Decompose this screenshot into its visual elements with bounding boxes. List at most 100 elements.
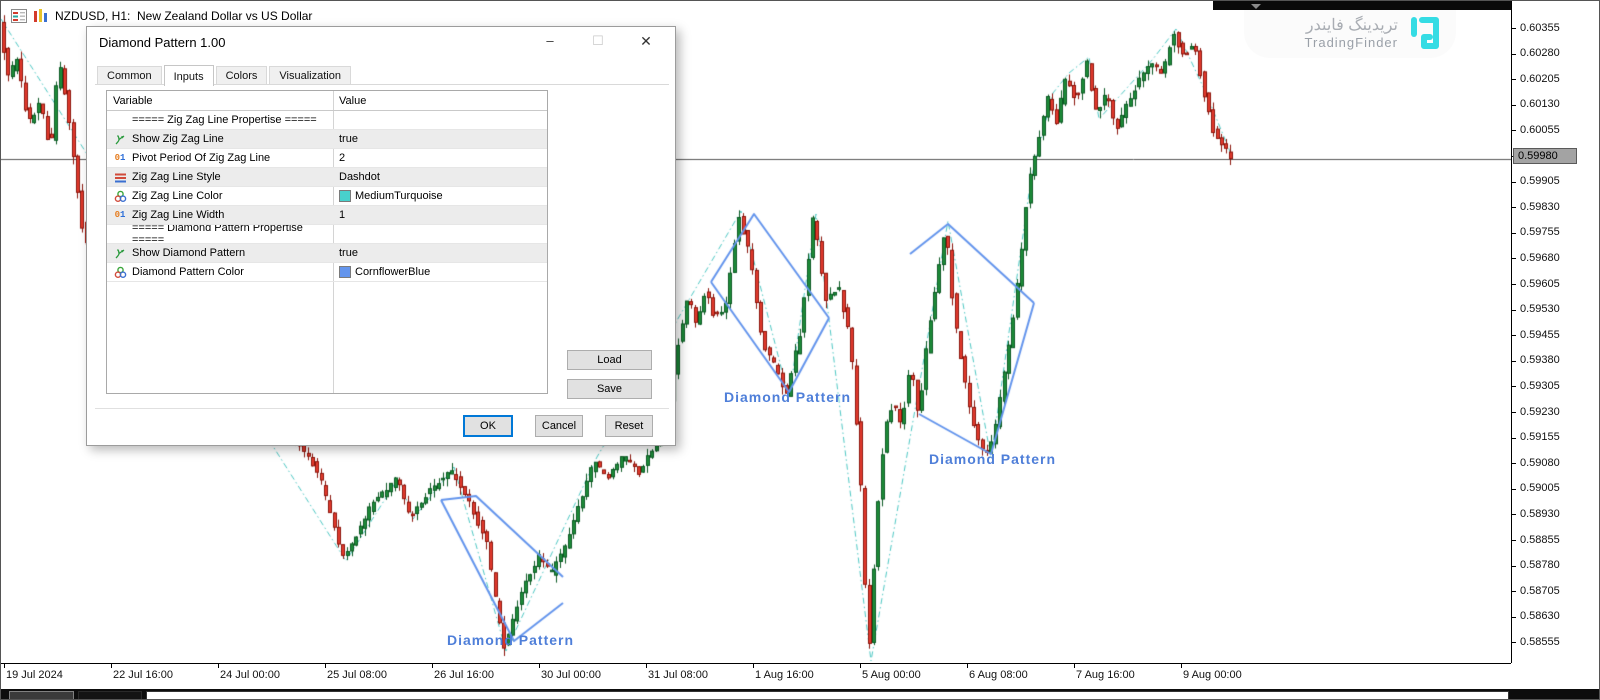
time-axis[interactable]: 19 Jul 202422 Jul 16:0024 Jul 00:0025 Ju…	[1, 663, 1511, 689]
time-tick	[967, 664, 968, 668]
terminal-window: Diamond Pattern Diamond Pattern Diamond Pa…	[0, 0, 1600, 700]
price-label: 0.58705	[1520, 585, 1560, 597]
price-label: 0.60130	[1520, 98, 1560, 110]
price-tick	[1512, 386, 1516, 387]
price-tick	[1512, 207, 1516, 208]
price-tick	[1512, 105, 1516, 106]
time-tick	[111, 664, 112, 668]
table-row[interactable]: Zig Zag Line ColorMediumTurquoise	[107, 187, 547, 206]
price-label: 0.59455	[1520, 329, 1560, 341]
number-icon: 01	[113, 152, 127, 165]
time-label: 25 Jul 08:00	[327, 669, 387, 681]
reset-button[interactable]: Reset	[605, 415, 653, 437]
table-row[interactable]: ===== Diamond Pattern Propertise =====	[107, 225, 547, 244]
price-axis[interactable]: 0.603550.602800.602050.601300.600550.599…	[1511, 1, 1600, 663]
tab-inputs[interactable]: Inputs	[164, 65, 214, 86]
watermark-persian-text: تریدینگ فایندر	[1305, 17, 1398, 35]
price-label: 0.58555	[1520, 636, 1560, 648]
none-icon	[113, 114, 127, 127]
dialog-titlebar[interactable]: Diamond Pattern 1.00 – ☐ ✕	[87, 27, 675, 57]
value-cell[interactable]: 2	[333, 149, 547, 167]
variable-cell: Zig Zag Line Style	[107, 168, 333, 186]
variable-label: ===== Zig Zag Line Propertise =====	[132, 114, 317, 126]
table-row[interactable]: Zig Zag Line StyleDashdot	[107, 168, 547, 187]
variable-cell: Show Zig Zag Line	[107, 130, 333, 148]
price-tick	[1512, 258, 1516, 259]
chart-symbol-title: NZDUSD, H1: New Zealand Dollar vs US Dol…	[55, 9, 312, 23]
tab-common[interactable]: Common	[97, 66, 162, 85]
time-label: 31 Jul 08:00	[648, 669, 708, 681]
variable-label: Show Zig Zag Line	[132, 133, 224, 145]
fork-icon	[113, 133, 127, 146]
value-cell[interactable]: CornflowerBlue	[333, 263, 547, 281]
price-label: 0.60280	[1520, 47, 1560, 59]
tab-visualization[interactable]: Visualization	[269, 66, 351, 85]
price-label: 0.59155	[1520, 431, 1560, 443]
toolbar-collapse-icon[interactable]	[1251, 4, 1261, 9]
table-row[interactable]: Show Diamond Pattern true	[107, 244, 547, 263]
price-tick	[1512, 642, 1516, 643]
time-tick	[325, 664, 326, 668]
table-row[interactable]: 01Zig Zag Line Width1	[107, 206, 547, 225]
variable-cell: 01 Pivot Period Of Zig Zag Line	[107, 149, 333, 167]
time-label: 1 Aug 16:00	[755, 669, 814, 681]
price-label: 0.58780	[1520, 559, 1560, 571]
variable-label: Show Diamond Pattern	[132, 247, 245, 259]
variable-cell: Diamond Pattern Color	[107, 263, 333, 281]
table-row[interactable]: 01 Pivot Period Of Zig Zag Line 2	[107, 149, 547, 168]
price-tick	[1512, 566, 1516, 567]
value-cell[interactable]	[333, 225, 547, 243]
load-button[interactable]: Load	[567, 350, 652, 370]
table-row[interactable]: Diamond Pattern Color CornflowerBlue	[107, 263, 547, 282]
value-cell[interactable]	[333, 111, 547, 129]
close-button[interactable]: ✕	[630, 27, 662, 55]
time-label: 24 Jul 00:00	[220, 669, 280, 681]
price-tick	[1512, 130, 1516, 131]
table-row[interactable]: ===== Zig Zag Line Propertise =====	[107, 111, 547, 130]
value-cell[interactable]: true	[333, 130, 547, 148]
variable-label: Zig Zag Line Width	[132, 209, 224, 221]
time-label: 6 Aug 08:00	[969, 669, 1028, 681]
price-label: 0.59005	[1520, 482, 1560, 494]
time-tick	[539, 664, 540, 668]
time-label: 5 Aug 00:00	[862, 669, 921, 681]
value-cell[interactable]: MediumTurquoise	[333, 187, 547, 205]
diamond-pattern-label: Diamond Pattern	[724, 389, 851, 405]
bottom-tab-1[interactable]	[9, 691, 74, 700]
tradingfinder-watermark: تریدینگ فایندر TradingFinder	[1244, 10, 1456, 58]
cancel-button[interactable]: Cancel	[535, 415, 583, 437]
price-label: 0.59230	[1520, 406, 1560, 418]
price-tick	[1512, 284, 1516, 285]
header-value: Value	[333, 91, 547, 110]
price-label: 0.59305	[1520, 380, 1560, 392]
save-button[interactable]: Save	[567, 379, 652, 399]
price-label: 0.59380	[1520, 354, 1560, 366]
fork-icon	[113, 247, 127, 260]
time-label: 26 Jul 16:00	[434, 669, 494, 681]
price-tick	[1512, 463, 1516, 464]
table-row[interactable]: Show Zig Zag Line true	[107, 130, 547, 149]
ok-button[interactable]: OK	[463, 415, 513, 437]
value-cell[interactable]: true	[333, 244, 547, 262]
bottom-tab-2[interactable]	[78, 691, 142, 700]
minimize-button[interactable]: –	[534, 27, 566, 55]
variable-label: Pivot Period Of Zig Zag Line	[132, 152, 270, 164]
variable-label: Diamond Pattern Color	[132, 266, 244, 278]
bottom-tab-3[interactable]	[146, 691, 1509, 700]
value-label: CornflowerBlue	[355, 266, 430, 278]
chart-bars-icon	[33, 9, 49, 23]
value-cell[interactable]: 1	[333, 206, 547, 224]
value-label: 2	[339, 152, 345, 164]
price-label: 0.59830	[1520, 201, 1560, 213]
time-tick	[753, 664, 754, 668]
parameters-table: VariableValue ===== Zig Zag Line Properti…	[106, 90, 548, 394]
price-label: 0.59605	[1520, 278, 1560, 290]
color-swatch	[339, 190, 351, 202]
time-tick	[218, 664, 219, 668]
tab-colors[interactable]: Colors	[216, 66, 268, 85]
variable-cell: Show Diamond Pattern	[107, 244, 333, 262]
value-cell[interactable]: Dashdot	[333, 168, 547, 186]
diamond-pattern-label: Diamond Pattern	[929, 451, 1056, 467]
diamond-pattern-label: Diamond Pattern	[447, 632, 574, 648]
header-variable: Variable	[107, 91, 333, 110]
